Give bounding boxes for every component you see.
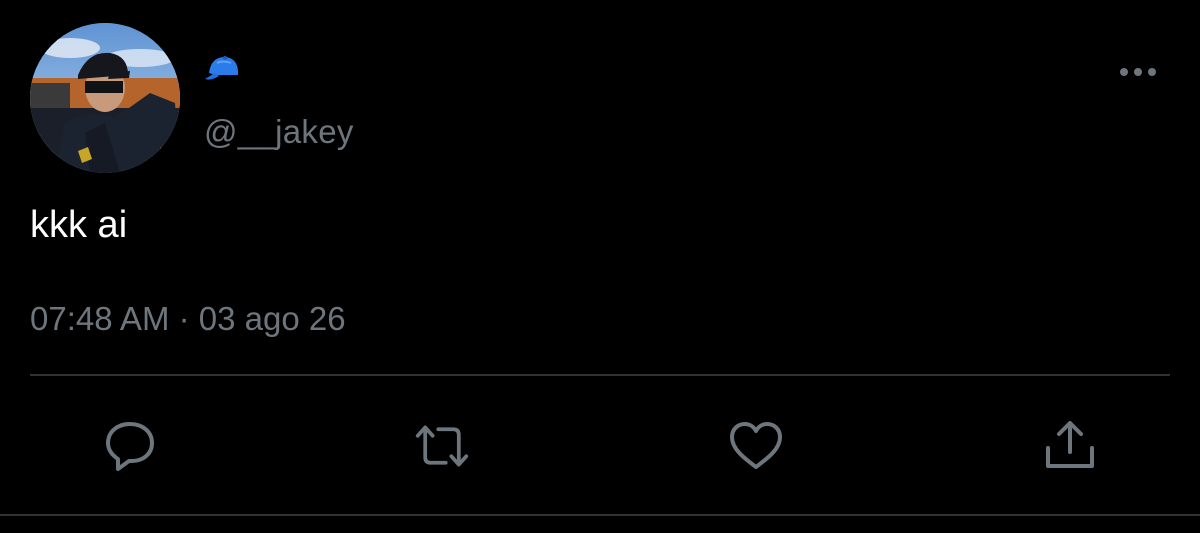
avatar[interactable]	[30, 23, 180, 173]
meta-separator: ·	[178, 300, 190, 337]
more-options-button[interactable]	[1114, 60, 1162, 84]
like-button[interactable]	[728, 418, 784, 474]
tweet-date: 03 ago 26	[198, 300, 346, 337]
tweet-time: 07:48 AM	[30, 300, 170, 337]
reply-button[interactable]	[102, 418, 158, 474]
tweet-detail: @__jakey kkk ai 07:48 AM · 03 ago 26	[0, 0, 1200, 533]
tweet-timestamp[interactable]: 07:48 AM · 03 ago 26	[30, 300, 346, 338]
share-button[interactable]	[1042, 418, 1098, 474]
blue-cap-icon	[205, 56, 238, 80]
more-dots-icon	[1120, 68, 1156, 76]
tweet-text: kkk ai	[30, 204, 128, 246]
share-icon	[1046, 421, 1094, 468]
avatar-image	[30, 23, 180, 173]
reply-icon	[106, 422, 154, 471]
display-name-emoji[interactable]	[203, 51, 243, 85]
divider	[30, 374, 1170, 376]
retweet-icon	[415, 425, 469, 467]
user-handle[interactable]: @__jakey	[204, 113, 354, 151]
retweet-button[interactable]	[414, 418, 470, 474]
like-icon	[730, 422, 782, 469]
divider	[0, 514, 1200, 516]
